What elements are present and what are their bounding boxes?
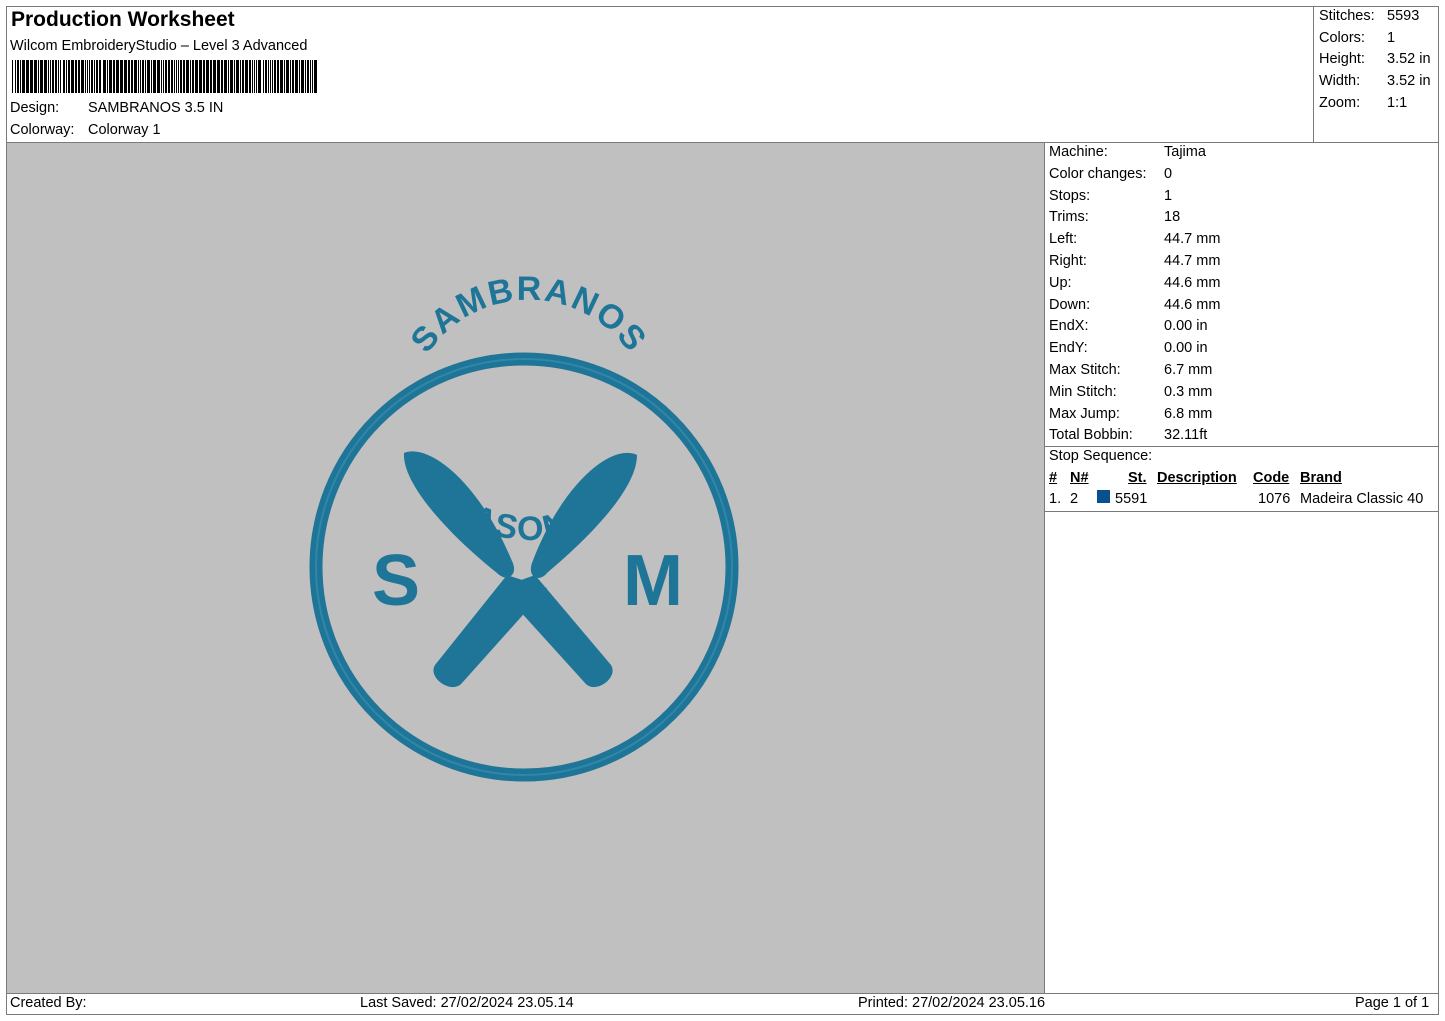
worksheet-footer: [6, 993, 1439, 1015]
machine-info-value: 0.3 mm: [1164, 383, 1213, 400]
stitches-value: 5593: [1387, 8, 1420, 24]
machine-info-value: 32.11ft: [1164, 427, 1208, 444]
col-header-description: Description: [1157, 470, 1237, 486]
row-stitches: 5591: [1115, 491, 1148, 507]
width-value: 3.52 in: [1387, 73, 1431, 89]
stitches-label: Stitches:: [1319, 8, 1375, 24]
machine-info-value: 18: [1164, 209, 1181, 226]
last-saved: Last Saved: 27/02/2024 23.05.14: [360, 995, 574, 1011]
machine-info-label: Max Stitch:: [1049, 362, 1121, 378]
machine-info-label: Max Jump:: [1049, 405, 1120, 422]
machine-info-label: Total Bobbin:: [1049, 427, 1133, 444]
header-divider: [1313, 6, 1314, 143]
height-value: 3.52 in: [1387, 51, 1431, 67]
design-preview: S M SAMBRANOS MASONRY: [6, 143, 1045, 993]
machine-info-label: Right:: [1049, 253, 1087, 269]
machine-info-value: 0.00 in: [1164, 340, 1208, 357]
colorway-label: Colorway:: [10, 122, 75, 138]
page-title: Production Worksheet: [11, 8, 235, 31]
page-number: Page 1 of 1: [1355, 995, 1430, 1011]
right-letter: M: [623, 541, 683, 621]
row-brand: Madeira Classic 40: [1300, 491, 1424, 507]
machine-info-label: Color changes:: [1049, 165, 1147, 182]
row-num: 1.: [1049, 491, 1062, 507]
col-header-needle: N#: [1070, 470, 1089, 486]
machine-info-value: 6.7 mm: [1164, 362, 1213, 378]
machine-info-label: Trims:: [1049, 209, 1089, 226]
barcode: [12, 60, 317, 93]
machine-info-label: Machine:: [1049, 144, 1108, 160]
left-letter: S: [372, 541, 420, 621]
machine-info-label: Left:: [1049, 231, 1078, 248]
zoom-value: 1:1: [1387, 95, 1408, 111]
stop-sequence-title: Stop Sequence:: [1049, 448, 1153, 464]
machine-info-label: Stops:: [1049, 187, 1091, 204]
machine-info-label: EndY:: [1049, 340, 1088, 357]
top-arc-text: SAMBRANOS: [403, 270, 654, 360]
machine-info-value: 44.6 mm: [1164, 274, 1221, 291]
machine-info-label: Down:: [1049, 296, 1091, 313]
machine-info-value: 44.6 mm: [1164, 296, 1221, 313]
width-label: Width:: [1319, 73, 1361, 89]
created-by: Created By:: [10, 995, 87, 1011]
divider: [1045, 511, 1439, 512]
embroidery-design: S M SAMBRANOS MASONRY: [309, 270, 739, 782]
machine-info-label: EndX:: [1049, 318, 1089, 335]
machine-info-value: 44.7 mm: [1164, 253, 1221, 269]
thread-color-swatch: [1097, 490, 1110, 503]
machine-info-value: 1: [1164, 187, 1173, 204]
colorway-value: Colorway 1: [88, 122, 161, 138]
machine-info-value: 0: [1164, 165, 1173, 182]
col-header-code: Code: [1253, 470, 1290, 486]
design-value: SAMBRANOS 3.5 IN: [88, 100, 224, 116]
machine-info-value: Tajima: [1164, 144, 1206, 160]
printed-date: Printed: 27/02/2024 23.05.16: [858, 995, 1046, 1011]
height-label: Height:: [1319, 51, 1365, 67]
machine-info-label: Up:: [1049, 274, 1072, 291]
col-header-brand: Brand: [1300, 470, 1342, 486]
machine-info-panel: [1045, 143, 1439, 993]
software-name: Wilcom EmbroideryStudio – Level 3 Advanc…: [10, 38, 308, 54]
machine-info-value: 6.8 mm: [1164, 405, 1213, 422]
machine-info-value: 0.00 in: [1164, 318, 1208, 335]
colors-label: Colors:: [1319, 30, 1365, 46]
zoom-label: Zoom:: [1319, 95, 1361, 111]
col-header-num: #: [1049, 470, 1058, 486]
machine-info-label: Min Stitch:: [1049, 383, 1117, 400]
divider: [1045, 446, 1439, 447]
design-label: Design:: [10, 100, 60, 116]
row-code: 1076: [1258, 491, 1291, 507]
machine-info-value: 44.7 mm: [1164, 231, 1221, 248]
col-header-stitches: St.: [1128, 470, 1147, 486]
row-needle: 2: [1070, 491, 1079, 507]
colors-value: 1: [1387, 30, 1396, 46]
